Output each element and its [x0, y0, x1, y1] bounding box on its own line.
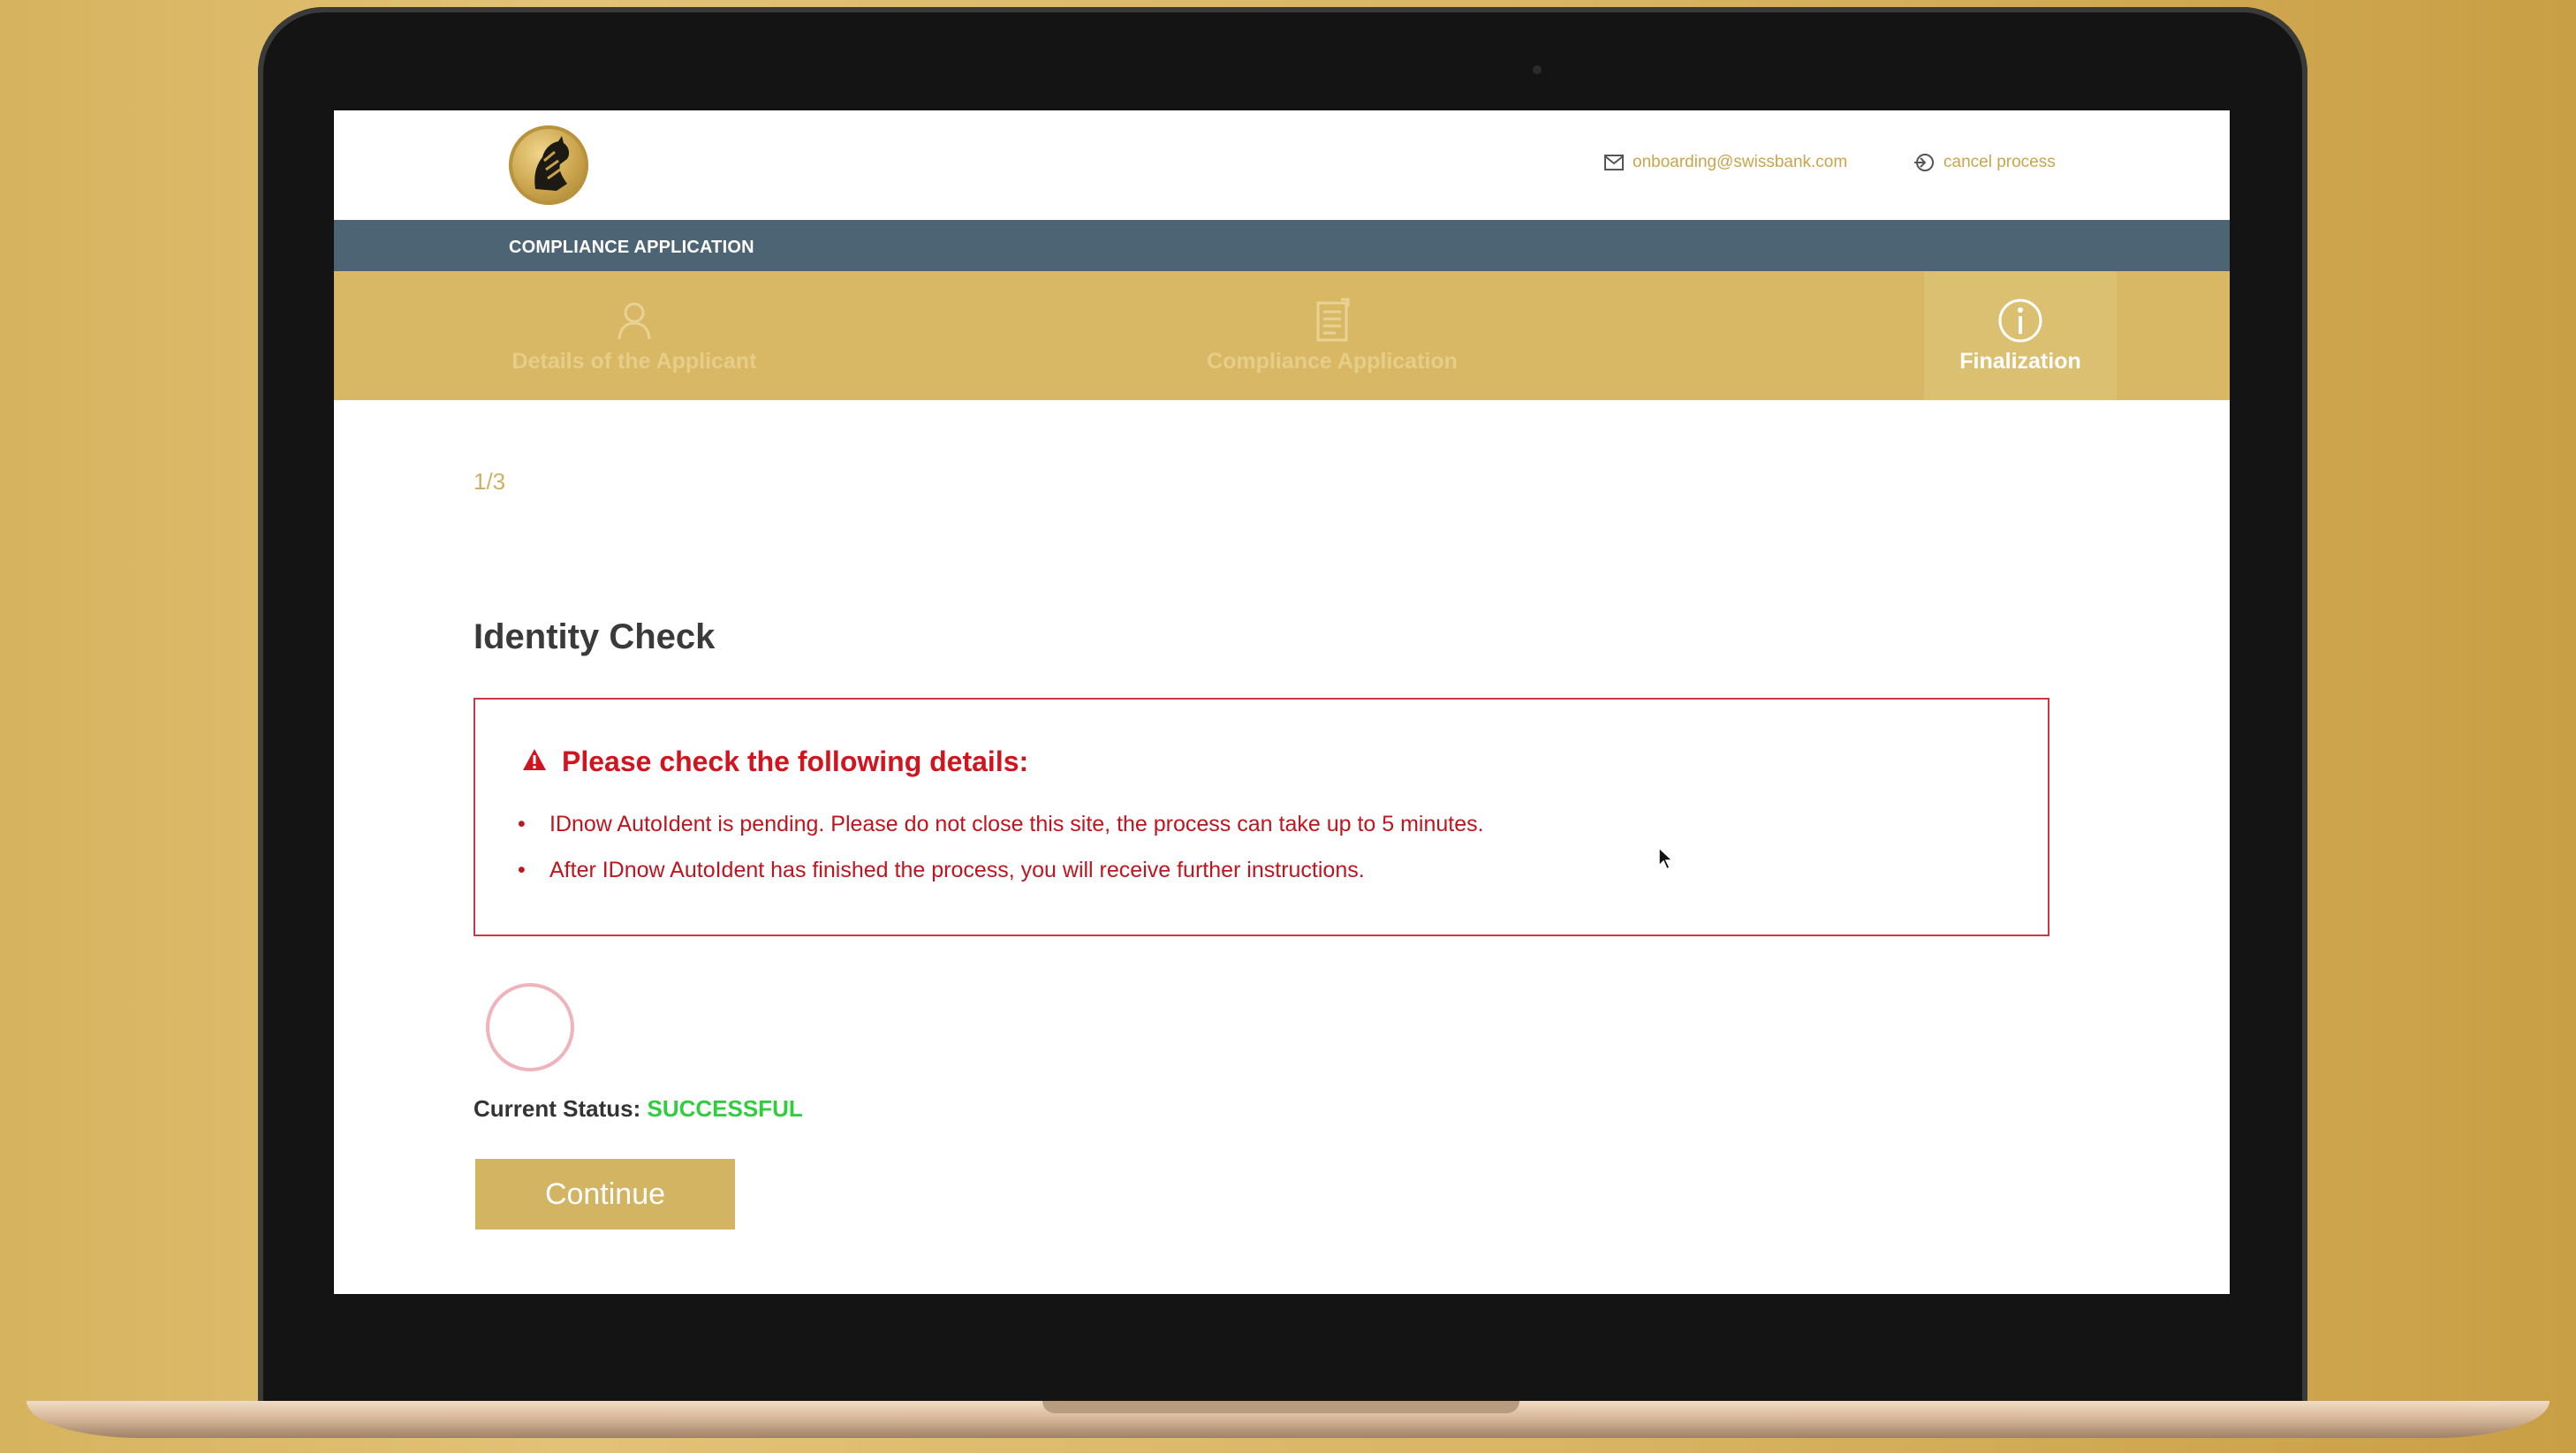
step-label: Finalization	[1959, 349, 2081, 374]
step-finalization[interactable]: Finalization	[1799, 271, 2230, 400]
status-badge: SUCCESSFUL	[647, 1095, 803, 1122]
browser-screen: onboarding@swissbank.com cancel process …	[334, 110, 2230, 1294]
horse-logo-icon[interactable]	[509, 125, 588, 205]
step-details-applicant[interactable]: Details of the Applicant	[413, 271, 855, 400]
info-icon	[1996, 298, 2044, 344]
camera-dot	[1533, 65, 1542, 74]
loading-spinner	[486, 983, 574, 1071]
page-title: Identity Check	[474, 617, 716, 656]
alert-header: Please check the following details:	[521, 745, 1028, 778]
document-icon	[1313, 298, 1352, 344]
page-header: onboarding@swissbank.com cancel process	[334, 110, 2230, 220]
mouse-cursor-icon	[1657, 846, 1675, 875]
warning-icon	[521, 747, 548, 776]
person-icon	[617, 298, 652, 344]
step-compliance-application[interactable]: Compliance Application	[1111, 271, 1553, 400]
step-label: Details of the Applicant	[511, 349, 757, 374]
progress-steps: Details of the Applicant Compliance Appl…	[334, 271, 2230, 400]
alert-list: IDnow AutoIdent is pending. Please do no…	[518, 811, 1484, 903]
alert-item: After IDnow AutoIdent has finished the p…	[518, 857, 1484, 903]
alert-item: IDnow AutoIdent is pending. Please do no…	[518, 811, 1484, 857]
sign-out-icon	[1913, 153, 1935, 172]
cancel-process-text: cancel process	[1943, 153, 2056, 171]
alert-box: Please check the following details: IDno…	[474, 698, 2049, 936]
step-label: Compliance Application	[1207, 349, 1458, 374]
email-link[interactable]: onboarding@swissbank.com	[1604, 153, 1847, 172]
page-counter: 1/3	[474, 468, 506, 495]
laptop-notch	[1042, 1401, 1519, 1413]
continue-button[interactable]: Continue	[475, 1159, 735, 1230]
cancel-process-link[interactable]: cancel process	[1913, 153, 2056, 172]
status-label: Current Status:	[474, 1095, 641, 1122]
email-text: onboarding@swissbank.com	[1633, 153, 1848, 171]
alert-title: Please check the following details:	[562, 745, 1029, 777]
app-title: COMPLIANCE APPLICATION	[509, 238, 754, 257]
status-line: Current Status: SUCCESSFUL	[474, 1095, 803, 1123]
mail-icon	[1604, 155, 1624, 170]
